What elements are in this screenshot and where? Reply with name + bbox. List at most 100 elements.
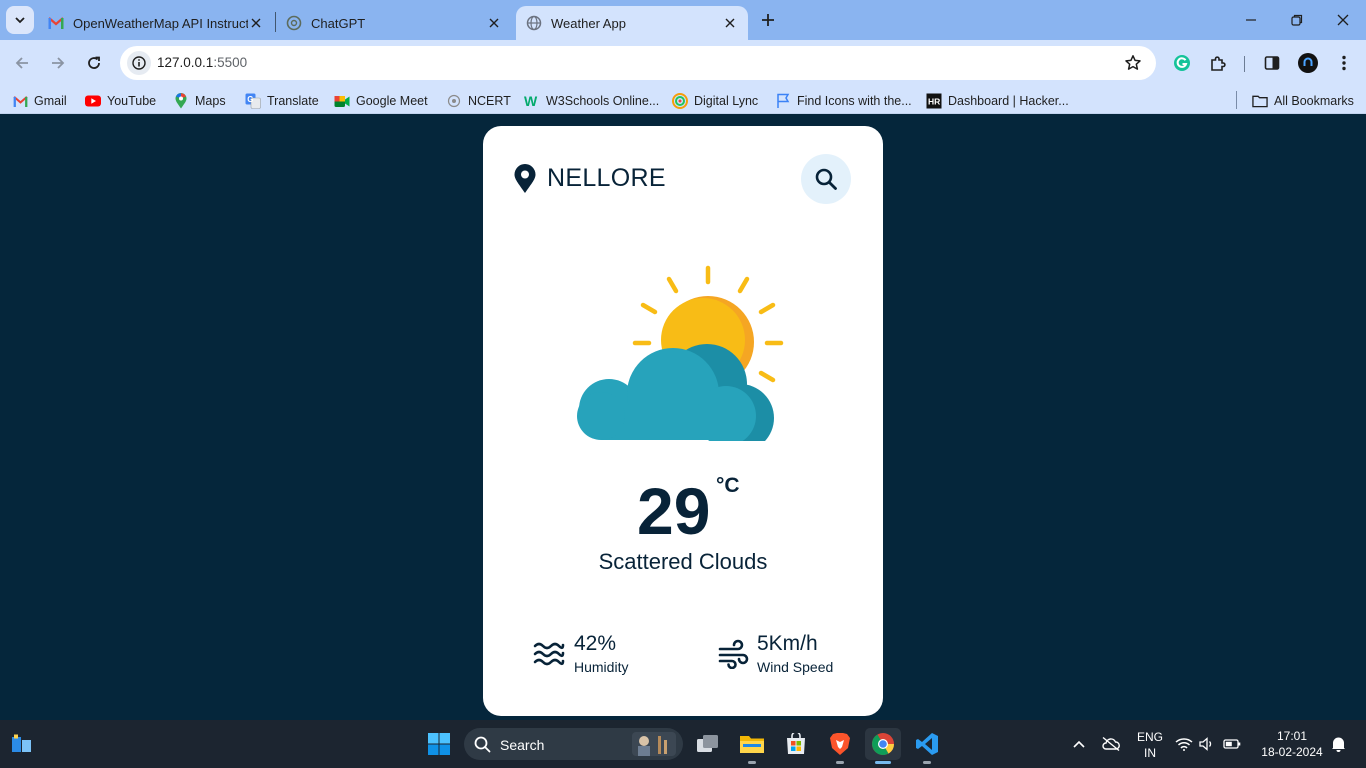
bell-icon (1331, 737, 1345, 752)
tab-openweathermap[interactable]: OpenWeatherMap API Instructio (38, 6, 274, 40)
close-window-button[interactable] (1331, 8, 1355, 32)
forward-button[interactable] (45, 50, 71, 76)
back-button[interactable] (9, 50, 35, 76)
start-button[interactable] (421, 728, 457, 760)
file-explorer-button[interactable] (734, 728, 770, 764)
profile-avatar[interactable] (1297, 52, 1319, 74)
tab-search-button[interactable] (6, 6, 34, 34)
svg-text:HR: HR (928, 97, 940, 107)
taskbar-search-label: Search (500, 737, 545, 753)
close-icon[interactable] (486, 15, 502, 31)
chrome-button[interactable] (865, 728, 901, 764)
w3schools-icon: W (524, 93, 540, 109)
bookmark-gmail[interactable]: Gmail (12, 92, 67, 110)
battery-icon (1223, 739, 1241, 749)
wind-speed-value: 5Km/h (757, 632, 818, 655)
clock-time: 17:01 (1276, 729, 1308, 743)
reload-button[interactable] (81, 50, 107, 76)
close-icon[interactable] (722, 15, 738, 31)
url-port: :5500 (213, 55, 248, 70)
temperature-value: 29 (637, 474, 711, 548)
youtube-icon (85, 93, 101, 109)
side-panel-icon[interactable] (1261, 52, 1283, 74)
tab-title: ChatGPT (311, 15, 366, 31)
temperature-unit: °C (716, 474, 740, 497)
brave-browser-button[interactable] (822, 728, 858, 764)
widgets-button[interactable] (4, 728, 40, 760)
restore-button[interactable] (1285, 8, 1309, 32)
tab-title: OpenWeatherMap API Instructio (73, 15, 248, 31)
onedrive-button[interactable] (1094, 728, 1128, 760)
location-pin-icon (514, 164, 536, 193)
clock[interactable]: 17:01 18-02-2024 (1256, 729, 1328, 759)
brave-lion-icon (830, 733, 850, 755)
search-icon (474, 736, 491, 753)
close-icon[interactable] (248, 15, 264, 31)
search-highlight-image (632, 732, 676, 756)
url-text: 127.0.0.1:5500 (157, 55, 247, 70)
search-icon (815, 168, 837, 190)
flag-icon (775, 93, 791, 109)
bookmark-hackerrank[interactable]: HR Dashboard | Hacker... (926, 92, 1069, 110)
input-language-button[interactable]: ENG IN (1130, 730, 1170, 760)
search-button[interactable] (801, 154, 851, 204)
site-info-icon[interactable] (127, 51, 151, 75)
bookmark-maps[interactable]: Maps (173, 92, 226, 110)
bookmark-label: Google Meet (356, 94, 428, 108)
quick-settings-button[interactable] (1172, 728, 1244, 760)
tab-strip: OpenWeatherMap API Instructio ChatGPT We… (0, 0, 1366, 40)
bookmark-w3schools[interactable]: W W3Schools Online... (524, 92, 659, 110)
store-icon (787, 733, 805, 754)
reload-icon (88, 56, 100, 69)
bookmark-star-icon[interactable] (1124, 54, 1142, 72)
humidity-waves-icon (533, 642, 565, 666)
microsoft-store-button[interactable] (778, 728, 814, 760)
minimize-icon (1246, 19, 1256, 21)
restore-icon (1291, 14, 1303, 26)
bookmark-label: Gmail (34, 94, 67, 108)
weather-page: NELLORE 29 °C Scattered Clouds 42% Humid… (0, 121, 1366, 720)
task-view-button[interactable] (690, 728, 726, 760)
tab-chatgpt[interactable]: ChatGPT (276, 6, 512, 40)
bookmark-ncert[interactable]: NCERT (446, 92, 511, 110)
grammarly-extension-icon[interactable] (1171, 52, 1193, 74)
bookmark-digital-lync[interactable]: Digital Lync (672, 92, 758, 110)
windows-logo-icon (428, 733, 450, 755)
bookmark-label: Find Icons with the... (797, 94, 912, 108)
globe-icon (526, 15, 542, 31)
gmail-icon (48, 15, 64, 31)
notifications-button[interactable] (1324, 728, 1352, 760)
address-bar[interactable]: 127.0.0.1:5500 (120, 46, 1156, 80)
arrow-left-icon (15, 57, 28, 69)
bookmark-translate[interactable]: G Translate (245, 92, 319, 110)
chrome-icon (872, 733, 894, 755)
more-menu-icon[interactable] (1333, 52, 1355, 74)
folder-icon (740, 736, 764, 753)
new-tab-button[interactable] (756, 8, 780, 32)
toolbar-divider (1244, 56, 1245, 72)
vscode-icon (916, 733, 938, 755)
all-bookmarks-button[interactable]: All Bookmarks (1252, 92, 1354, 110)
minimize-button[interactable] (1239, 8, 1263, 32)
wind-icon (718, 639, 749, 669)
maps-pin-icon (173, 93, 189, 109)
gmail-icon (12, 93, 28, 109)
taskbar-search[interactable]: Search (464, 728, 683, 760)
digital-lync-icon (672, 93, 688, 109)
bookmark-find-icons[interactable]: Find Icons with the... (775, 92, 912, 110)
bookmark-youtube[interactable]: YouTube (85, 92, 156, 110)
bookmarks-bar: Gmail YouTube Maps G Translate Google Me… (0, 86, 1366, 114)
widgets-icon (12, 734, 31, 752)
show-hidden-icons-button[interactable] (1062, 728, 1096, 760)
humidity-label: Humidity (574, 659, 629, 675)
url-host: 127.0.0.1 (157, 55, 214, 70)
sun-cloud-icon (577, 265, 784, 441)
weather-description: Scattered Clouds (598, 549, 768, 574)
bookmark-label: Maps (195, 94, 226, 108)
language-line1: ENG (1136, 730, 1163, 744)
extensions-puzzle-icon[interactable] (1207, 52, 1229, 74)
bookmark-google-meet[interactable]: Google Meet (334, 92, 428, 110)
vscode-button[interactable] (909, 728, 945, 764)
bookmark-label: Digital Lync (694, 94, 759, 108)
tab-weather-app[interactable]: Weather App (516, 6, 748, 40)
